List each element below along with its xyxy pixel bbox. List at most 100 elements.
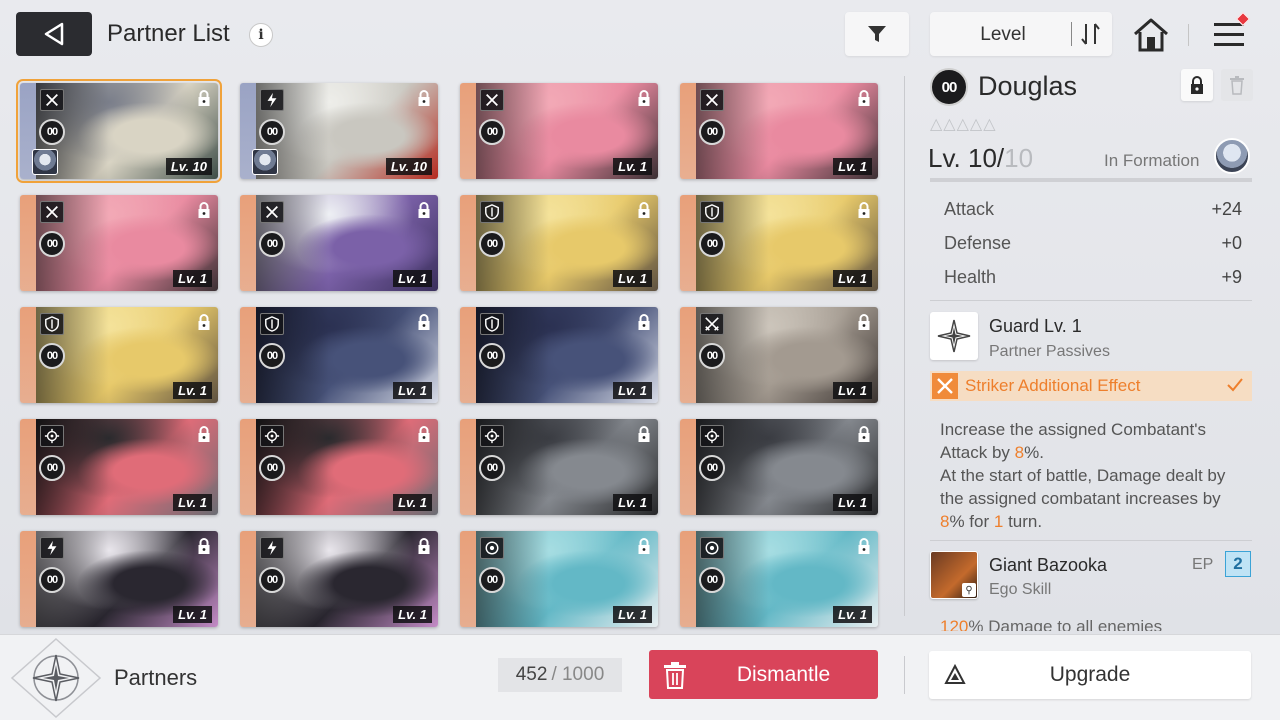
rarity-strip [680,419,696,515]
passive-icon[interactable] [930,312,978,360]
lock-icon[interactable] [196,425,212,443]
rarity-strip [20,307,36,403]
rank-badge: 00 [699,455,725,481]
rarity-strip [460,419,476,515]
lock-icon[interactable] [856,425,872,443]
lock-icon[interactable] [636,201,652,219]
partner-card[interactable]: 00 Lv. 10 [16,79,222,183]
lock-icon[interactable] [636,425,652,443]
desc-text: %. [1024,443,1044,462]
stat-name: Health [944,267,997,287]
partner-card[interactable]: 00 Lv. 1 [20,419,218,515]
sort-order-icon[interactable] [1076,20,1106,48]
lock-icon[interactable] [196,537,212,555]
lock-icon[interactable] [856,89,872,107]
partner-card[interactable]: 00 Lv. 1 [20,195,218,291]
lock-icon[interactable] [856,201,872,219]
level-label: Lv. 1 [613,270,652,287]
menu-button[interactable] [1210,11,1251,52]
circle-dot-icon [700,537,724,559]
panel-divider [904,76,905,616]
partner-card[interactable]: 00 Lv. 1 [240,419,438,515]
partner-card[interactable]: 00 Lv. 1 [460,419,658,515]
partner-card[interactable]: 00 Lv. 1 [460,83,658,179]
partner-card[interactable]: 00 Lv. 1 [680,307,878,403]
passive-type: Partner Passives [989,343,1110,360]
effect-header[interactable]: Striker Additional Effect [930,371,1252,401]
skill-type: Ego Skill [989,581,1052,598]
rarity-strip [240,531,256,627]
skill-name: Giant Bazooka [989,555,1108,575]
partner-card[interactable]: 00 Lv. 1 [240,195,438,291]
striker-icon [40,201,64,223]
lock-icon[interactable] [416,313,432,331]
bottom-separator [904,656,905,694]
level-label: Lv. 1 [173,270,212,287]
rank-badge: 00 [39,119,65,145]
ep-value: 2 [1225,551,1251,577]
striker-icon [480,89,504,111]
detail-separator [930,178,1252,182]
skill-desc-value: 120 [940,617,969,631]
skill-desc-text: % Damage to all enemies [968,617,1163,631]
rarity-strip [680,307,696,403]
lock-icon[interactable] [416,537,432,555]
dismantle-button[interactable]: Dismantle [649,650,878,699]
lock-icon[interactable] [636,313,652,331]
rarity-strip [240,195,256,291]
level-current: Lv. 10/ [928,143,1005,173]
lock-icon[interactable] [196,89,212,107]
shield-icon [480,313,504,335]
lock-icon[interactable] [856,537,872,555]
partner-card[interactable]: 00 Lv. 1 [460,531,658,627]
shield-icon [260,313,284,335]
upgrade-button[interactable]: Upgrade [929,651,1251,699]
rarity-strip [460,195,476,291]
sort-dropdown[interactable]: Level [930,12,1112,56]
rarity-strip [460,531,476,627]
rank-badge: 00 [259,343,285,369]
skill-thumbnail[interactable]: ⚲ [930,551,978,599]
striker-icon [260,201,284,223]
dismantle-label: Dismantle [736,662,831,686]
magnify-icon: ⚲ [962,583,976,597]
lock-icon[interactable] [196,201,212,219]
stat-row-defense: Defense +0 [930,226,1252,260]
rank-badge: 00 [479,119,505,145]
rank-badge: 00 [479,455,505,481]
partner-card[interactable]: 00 Lv. 1 [680,531,878,627]
partner-card[interactable]: 00 Lv. 1 [680,83,878,179]
trash-button[interactable] [1221,69,1253,101]
lock-icon[interactable] [636,89,652,107]
partner-card[interactable]: 00 Lv. 1 [20,307,218,403]
lock-icon[interactable] [416,425,432,443]
partner-card[interactable]: 00 Lv. 1 [240,307,438,403]
capacity-current: 452 [515,664,548,685]
lock-icon[interactable] [416,89,432,107]
formation-avatar[interactable] [1214,138,1250,174]
home-icon[interactable] [1132,17,1170,53]
bottom-title: Partners [114,665,198,690]
target-icon [700,425,724,447]
partner-card[interactable]: 00 Lv. 1 [460,195,658,291]
rank-badge: 00 [39,567,65,593]
rarity-strip [460,307,476,403]
partner-name: Douglas [978,71,1078,101]
desc-text: turn. [1003,512,1043,531]
lock-icon[interactable] [856,313,872,331]
lock-icon[interactable] [196,313,212,331]
partner-card[interactable]: 00 Lv. 1 [460,307,658,403]
rarity-strip [20,531,36,627]
level-label: Lv. 1 [393,494,432,511]
lock-button[interactable] [1181,69,1213,101]
partner-card[interactable]: 00 Lv. 1 [240,531,438,627]
rarity-strip [240,307,256,403]
rank-badge: 00 [479,231,505,257]
partner-card[interactable]: 00 Lv. 1 [680,419,878,515]
partner-card[interactable]: 00 Lv. 10 [240,83,438,179]
lock-icon[interactable] [416,201,432,219]
rank-badge: 00 [699,119,725,145]
partner-card[interactable]: 00 Lv. 1 [20,531,218,627]
partner-card[interactable]: 00 Lv. 1 [680,195,878,291]
lock-icon[interactable] [636,537,652,555]
